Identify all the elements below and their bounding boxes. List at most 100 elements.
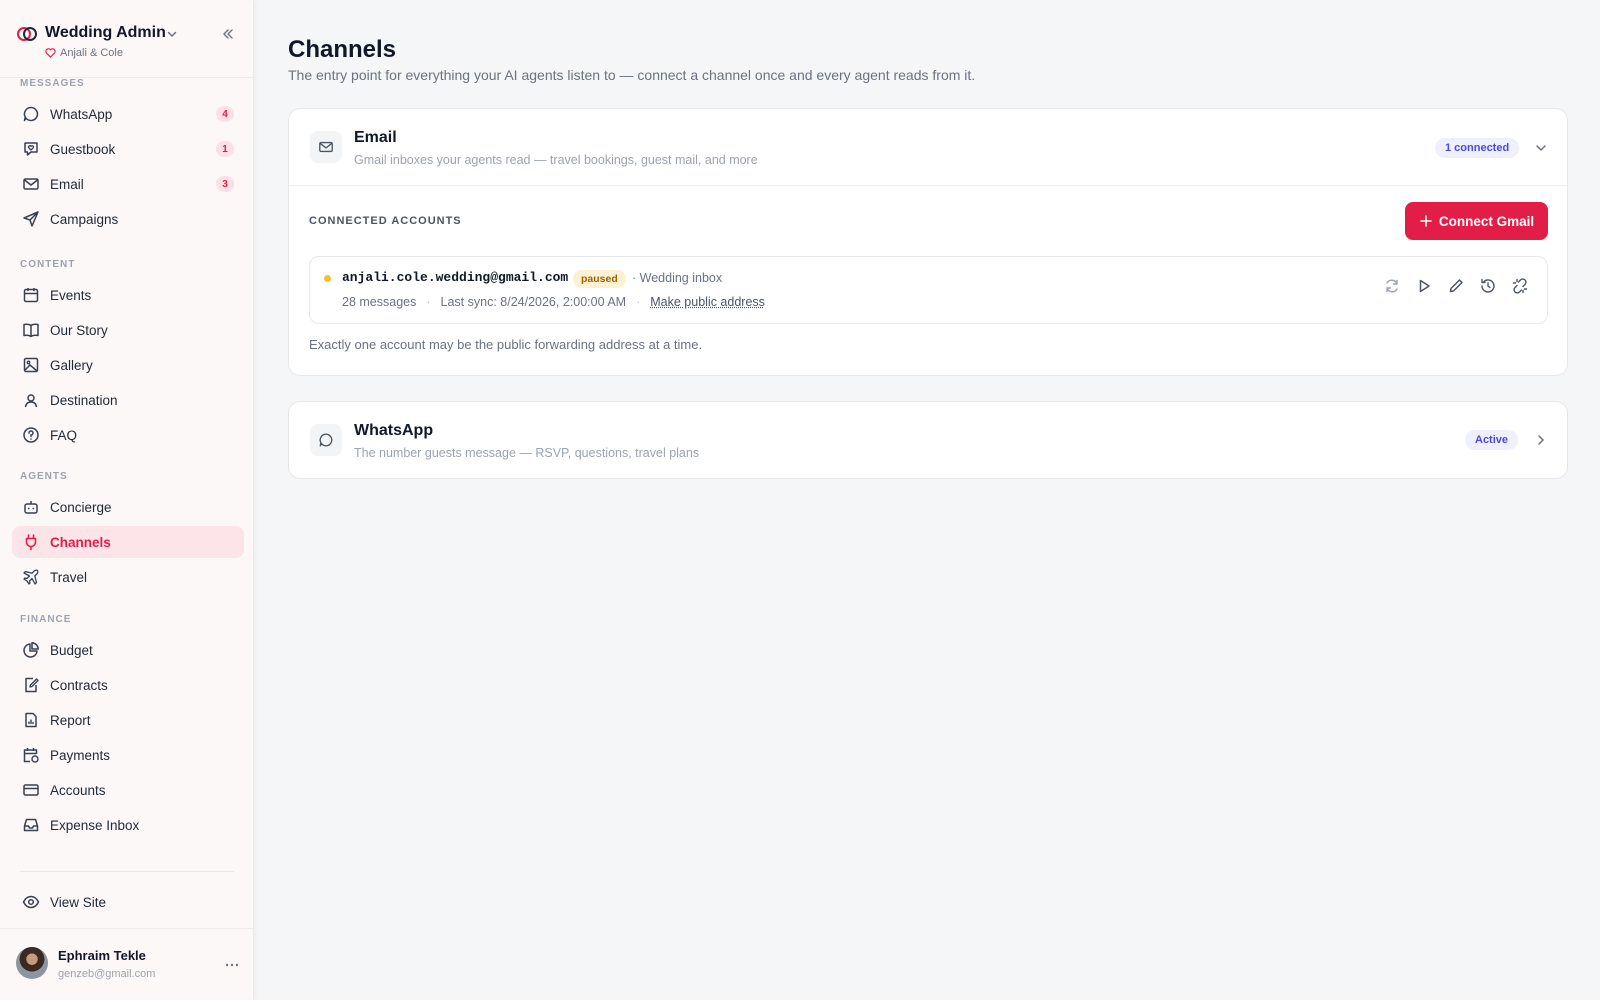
connect-gmail-button[interactable]: Connect Gmail [1405, 202, 1548, 240]
app-title[interactable]: Wedding Admin [45, 24, 166, 42]
help-icon [22, 426, 40, 444]
sidebar-item-label: Contracts [50, 677, 108, 693]
edit-icon[interactable] [1447, 277, 1465, 295]
image-icon [22, 356, 40, 374]
heart-icon [45, 48, 56, 58]
make-public-address-link[interactable]: Make public address [650, 295, 765, 309]
calendar-icon [22, 286, 40, 304]
sidebar-item-travel[interactable]: Travel [12, 561, 244, 593]
page-title: Channels [288, 36, 397, 63]
user-profile[interactable]: Ephraim Tekle genzeb@gmail.com [0, 928, 254, 1000]
sidebar-item-label: Accounts [50, 782, 106, 798]
user-email: genzeb@gmail.com [58, 968, 156, 980]
sidebar-item-faq[interactable]: FAQ [12, 419, 244, 451]
connected-accounts-label: CONNECTED ACCOUNTS [309, 215, 462, 227]
sidebar-item-expense-inbox[interactable]: Expense Inbox [12, 809, 244, 841]
section-label-messages: MESSAGES [20, 78, 85, 89]
chat-bubble-icon [310, 424, 342, 456]
sidebar-item-label: Campaigns [50, 211, 119, 227]
public-address-note: Exactly one account may be the public fo… [309, 337, 703, 352]
sidebar-item-report[interactable]: Report [12, 704, 244, 736]
payment-calendar-icon [22, 746, 40, 764]
sidebar-item-label: FAQ [50, 427, 78, 443]
book-icon [22, 321, 40, 339]
account-actions [1383, 277, 1529, 295]
sidebar-item-channels[interactable]: Channels [12, 526, 244, 558]
location-icon [22, 391, 40, 409]
sync-icon[interactable] [1383, 277, 1401, 295]
page-subtitle: The entry point for everything your AI a… [288, 67, 976, 83]
sidebar-item-payments[interactable]: Payments [12, 739, 244, 771]
unread-badge: 4 [216, 106, 234, 122]
sidebar-item-label: Channels [50, 534, 111, 550]
sidebar-item-label: Email [50, 176, 84, 192]
email-card-header[interactable]: Email Gmail inboxes your agents read — t… [289, 109, 1567, 185]
user-name: Ephraim Tekle [58, 948, 146, 963]
sidebar-item-label: Gallery [50, 357, 93, 373]
history-icon[interactable] [1479, 277, 1497, 295]
sidebar-item-label: Guestbook [50, 141, 116, 157]
collapse-sidebar-icon[interactable] [220, 26, 236, 42]
play-icon[interactable] [1415, 277, 1433, 295]
sidebar-item-email[interactable]: Email 3 [12, 168, 244, 200]
unread-badge: 1 [216, 141, 234, 157]
couple-name: Anjali & Cole [45, 47, 123, 59]
meta-separator: · [426, 295, 431, 309]
sidebar-item-accounts[interactable]: Accounts [12, 774, 244, 806]
plug-icon [22, 533, 40, 551]
whatsapp-channel-title: WhatsApp [354, 422, 434, 439]
sidebar-item-budget[interactable]: Budget [12, 634, 244, 666]
meta-separator: · [636, 295, 641, 309]
connected-count-badge: 1 connected [1435, 138, 1520, 158]
sidebar-item-campaigns[interactable]: Campaigns [12, 203, 244, 235]
sidebar-item-destination[interactable]: Destination [12, 384, 244, 416]
account-row: anjali.cole.wedding@gmail.com paused · W… [309, 256, 1548, 324]
heart-message-icon [22, 140, 40, 158]
status-dot [324, 275, 331, 282]
sidebar-item-guestbook[interactable]: Guestbook 1 [12, 133, 244, 165]
chat-bubble-icon [22, 105, 40, 123]
mail-icon [310, 131, 342, 163]
contract-icon [22, 676, 40, 694]
sidebar-item-whatsapp[interactable]: WhatsApp 4 [12, 98, 244, 130]
card-divider [289, 185, 1567, 186]
sidebar-item-our-story[interactable]: Our Story [12, 314, 244, 346]
report-icon [22, 711, 40, 729]
inbox-name: · Wedding inbox [632, 271, 723, 285]
whatsapp-channel-card[interactable]: WhatsApp The number guests message — RSV… [288, 401, 1568, 479]
email-channel-description: Gmail inboxes your agents read — travel … [354, 153, 758, 167]
chevron-down-icon[interactable] [165, 27, 179, 41]
sidebar: Wedding Admin Anjali & Cole MESSAGES Wha… [0, 0, 254, 1000]
sidebar-item-label: Payments [50, 747, 111, 763]
more-options-icon[interactable] [224, 957, 240, 973]
sidebar-item-label: Budget [50, 642, 93, 658]
sidebar-item-concierge[interactable]: Concierge [12, 491, 244, 523]
unread-badge: 3 [216, 176, 234, 192]
sidebar-header: Wedding Admin Anjali & Cole [0, 0, 254, 78]
sidebar-item-label: Events [50, 287, 92, 303]
last-sync: Last sync: 8/24/2026, 2:00:00 AM [440, 295, 627, 309]
pie-icon [22, 641, 40, 659]
section-label-content: CONTENT [20, 259, 76, 270]
view-site-link[interactable]: View Site [12, 886, 244, 918]
message-count: 28 messages [342, 295, 417, 309]
plus-icon [1419, 214, 1433, 228]
couple-name-text: Anjali & Cole [60, 47, 123, 59]
sidebar-item-label: WhatsApp [50, 106, 113, 122]
eye-icon [22, 893, 40, 911]
card-icon [22, 781, 40, 799]
avatar [16, 947, 48, 979]
account-meta: 28 messages · Last sync: 8/24/2026, 2:00… [342, 295, 765, 309]
chevron-right-icon[interactable] [1533, 432, 1549, 448]
sidebar-item-events[interactable]: Events [12, 279, 244, 311]
unlink-icon[interactable] [1511, 277, 1529, 295]
chevron-down-icon[interactable] [1533, 140, 1549, 156]
sidebar-item-label: Our Story [50, 322, 108, 338]
sidebar-item-gallery[interactable]: Gallery [12, 349, 244, 381]
sidebar-item-contracts[interactable]: Contracts [12, 669, 244, 701]
sidebar-item-label: Destination [50, 392, 118, 408]
sidebar-item-label: Concierge [50, 499, 112, 515]
sidebar-item-label: Report [50, 712, 91, 728]
whatsapp-channel-description: The number guests message — RSVP, questi… [354, 446, 700, 460]
mail-icon [22, 175, 40, 193]
